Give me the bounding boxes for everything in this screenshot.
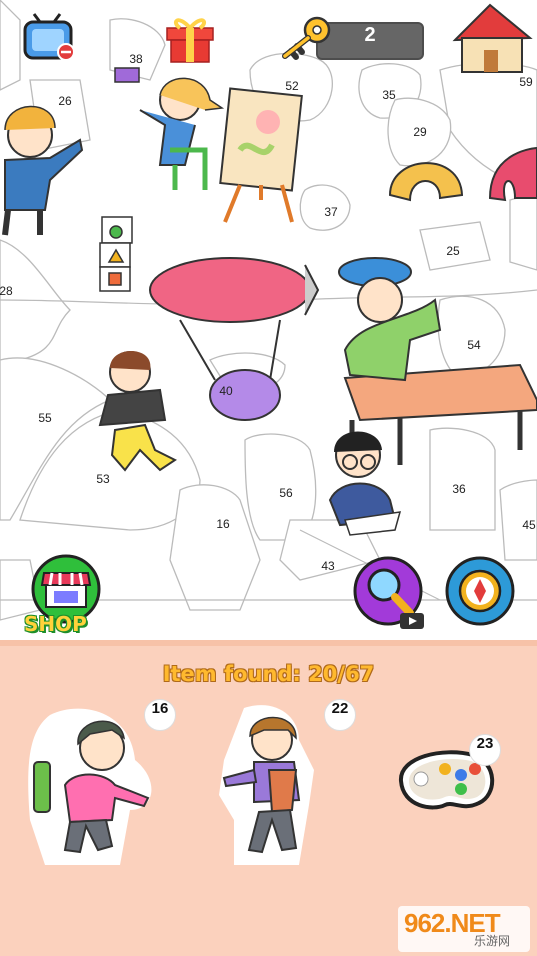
- region-number: 28: [0, 284, 13, 298]
- target-item[interactable]: [214, 700, 324, 870]
- region-number: 43: [321, 559, 335, 573]
- panel-divider: [0, 640, 537, 646]
- girl-on-chair-icon: [28, 708, 152, 865]
- tv-icon: [23, 13, 75, 61]
- easel-icon: [219, 87, 303, 223]
- region-number: 35: [382, 88, 396, 102]
- game-scene[interactable]: 38 26 52 35 59 29 37 25 28 54 40 55 53 5…: [0, 0, 537, 640]
- boy-with-hat-icon: [338, 257, 442, 382]
- region-number: 53: [96, 472, 110, 486]
- watermark-logo: 962.NET 乐游网: [398, 906, 530, 952]
- boy-with-apron-icon: [219, 705, 314, 865]
- item-number-badge: 22: [324, 699, 356, 731]
- compass-button[interactable]: [442, 555, 532, 633]
- gift-button[interactable]: [163, 12, 217, 64]
- region-number: 25: [446, 244, 460, 258]
- scene-outlines: [0, 0, 537, 621]
- no-ads-button[interactable]: [22, 12, 78, 64]
- watermark-subtitle: 乐游网: [474, 934, 511, 948]
- region-number: 40: [219, 384, 233, 398]
- plus-icon: [508, 612, 522, 626]
- target-item[interactable]: [20, 700, 160, 870]
- gift-icon: [166, 18, 214, 63]
- shop-label: SHOP: [24, 612, 87, 636]
- item-number-badge: 16: [144, 699, 176, 731]
- painter-girl-icon: [114, 67, 225, 190]
- region-number: 45: [522, 518, 536, 532]
- region-number: 55: [38, 411, 52, 425]
- region-number: 38: [129, 52, 143, 66]
- rainbow-icon: [388, 162, 464, 202]
- compass-icon: [445, 556, 522, 626]
- home-button[interactable]: [452, 0, 532, 78]
- region-number: 16: [216, 517, 230, 531]
- region-number: 36: [452, 482, 466, 496]
- key-count: 2: [364, 24, 376, 46]
- key-icon: [277, 14, 333, 62]
- hint-magnifier-button[interactable]: [352, 555, 432, 631]
- region-number: 52: [285, 79, 299, 93]
- boy-with-glasses-icon: [328, 431, 402, 536]
- region-number: 37: [324, 205, 338, 219]
- region-number: 29: [413, 125, 427, 139]
- region-number: 54: [467, 338, 481, 352]
- toy-blocks-icon: [99, 216, 133, 292]
- item-number-badge: 23: [469, 734, 501, 766]
- magnifier-icon: [353, 556, 424, 629]
- region-number: 26: [58, 94, 72, 108]
- item-found-counter: Item found: 20/67: [162, 662, 375, 686]
- airship-icon: [149, 257, 320, 421]
- region-number: 56: [279, 486, 293, 500]
